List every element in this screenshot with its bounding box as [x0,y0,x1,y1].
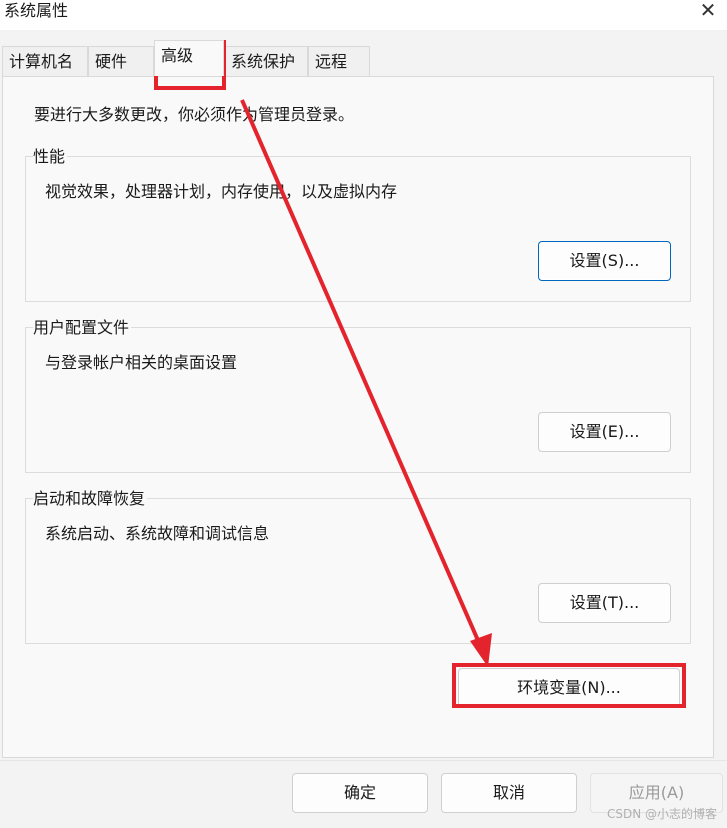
arrow-head [470,633,492,667]
annotation-arrow [240,99,492,667]
tab-advanced[interactable]: 高级 [154,40,224,76]
watermark: CSDN @小志的博客 [606,807,717,821]
arrow-shaft [240,99,482,646]
